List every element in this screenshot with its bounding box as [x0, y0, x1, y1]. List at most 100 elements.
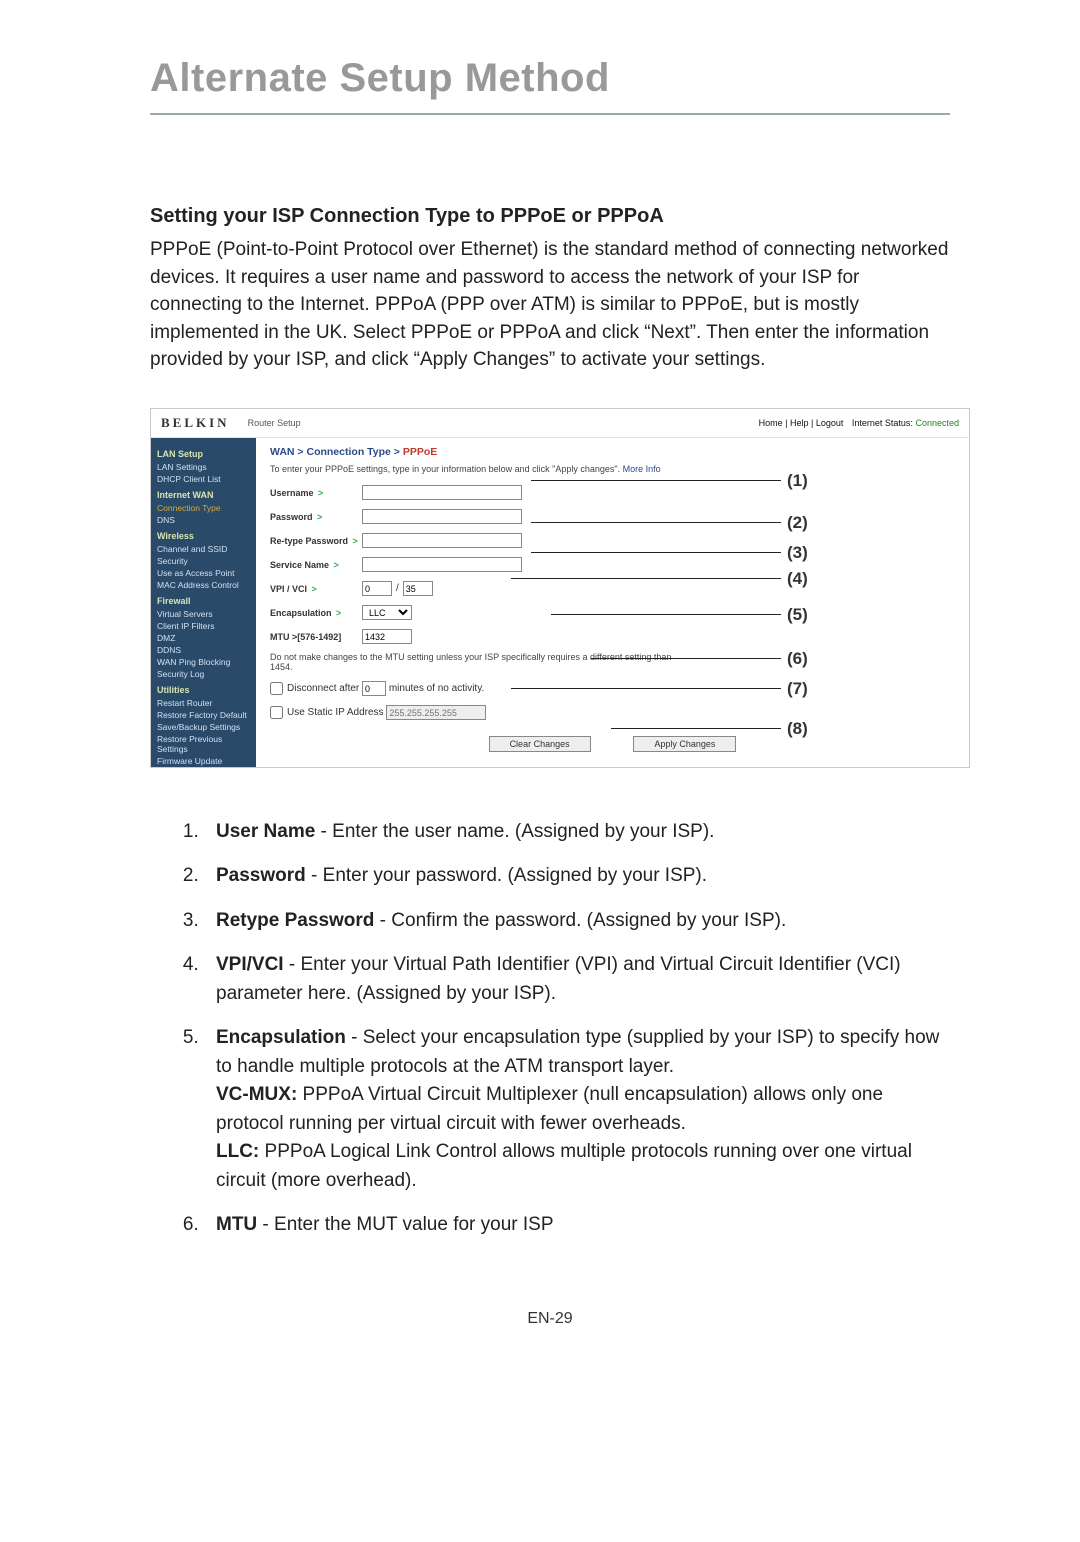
page-title: Alternate Setup Method	[150, 56, 950, 101]
sidebar-item[interactable]: MAC Address Control	[157, 579, 250, 591]
callout-5: (5)	[787, 605, 808, 625]
definition-item: MTU - Enter the MUT value for your ISP	[204, 1211, 950, 1240]
screenshot-header: BELKIN Router Setup Home | Help | Logout…	[151, 409, 969, 438]
sidebar-item[interactable]: Restore Factory Default	[157, 709, 250, 721]
label-username: Username >	[270, 488, 362, 498]
link-help[interactable]: Help	[790, 418, 809, 428]
definition-item: User Name - Enter the user name. (Assign…	[204, 818, 950, 847]
callout-8: (8)	[787, 719, 808, 739]
label-encapsulation: Encapsulation >	[270, 608, 362, 618]
definition-item: VPI/VCI - Enter your Virtual Path Identi…	[204, 951, 950, 1008]
definition-text: - Enter your Virtual Path Identifier (VP…	[216, 954, 901, 1004]
breadcrumb-sep: >	[297, 446, 303, 458]
breadcrumb-pppoe: PPPoE	[403, 446, 437, 458]
sidebar-item[interactable]: Restore Previous Settings	[157, 733, 250, 755]
mtu-input[interactable]	[362, 629, 412, 644]
sidebar-item[interactable]: WAN Ping Blocking	[157, 656, 250, 668]
disconnect-minutes-input[interactable]	[362, 681, 386, 696]
callout-4: (4)	[787, 569, 808, 589]
definitions-list: User Name - Enter the user name. (Assign…	[150, 818, 950, 1240]
breadcrumb-sep: >	[394, 446, 400, 458]
static-ip-checkbox[interactable]	[270, 706, 283, 719]
label-password: Password >	[270, 512, 362, 522]
page-number: EN-29	[150, 1310, 950, 1328]
sidebar-item[interactable]: DDNS	[157, 644, 250, 656]
definition-text: - Confirm the password. (Assigned by you…	[374, 910, 786, 931]
sidebar-item[interactable]: Virtual Servers	[157, 608, 250, 620]
disconnect-checkbox[interactable]	[270, 682, 283, 695]
callout-2: (2)	[787, 513, 808, 533]
definition-sub-bold: VC-MUX:	[216, 1084, 297, 1105]
definition-subline: LLC: PPPoA Logical Link Control allows m…	[216, 1138, 950, 1195]
sidebar-item[interactable]: Restart Router	[157, 697, 250, 709]
status-label: Internet Status:	[852, 418, 913, 428]
definition-item: Encapsulation - Select your encapsulatio…	[204, 1024, 950, 1195]
link-logout[interactable]: Logout	[816, 418, 844, 428]
sidebar-heading: Internet WAN	[157, 490, 250, 500]
section-heading: Setting your ISP Connection Type to PPPo…	[150, 205, 950, 228]
sidebar-item[interactable]: DNS	[157, 514, 250, 526]
definition-text: - Enter the user name. (Assigned by your…	[315, 821, 714, 842]
definition-item: Password - Enter your password. (Assigne…	[204, 862, 950, 891]
password-input[interactable]	[362, 509, 522, 524]
callout-6: (6)	[787, 649, 808, 669]
sidebar-item[interactable]: Connection Type	[157, 502, 250, 514]
status-value: Connected	[915, 418, 959, 428]
vci-input[interactable]	[403, 581, 433, 596]
definition-term: User Name	[216, 821, 315, 842]
vpi-input[interactable]	[362, 581, 392, 596]
callout-7: (7)	[787, 679, 808, 699]
sidebar-item[interactable]: Client IP Filters	[157, 620, 250, 632]
sidebar-item[interactable]: Save/Backup Settings	[157, 721, 250, 733]
static-ip-input	[386, 705, 486, 720]
definition-term: MTU	[216, 1214, 257, 1235]
disconnect-label: Disconnect after	[287, 683, 359, 694]
sidebar-item[interactable]: Firmware Update	[157, 755, 250, 767]
sidebar-item[interactable]: System Settings	[157, 767, 250, 768]
sidebar-item[interactable]: DHCP Client List	[157, 473, 250, 485]
sidebar-item[interactable]: Channel and SSID	[157, 543, 250, 555]
sidebar-heading: Utilities	[157, 685, 250, 695]
breadcrumb-conntype[interactable]: Connection Type	[306, 446, 390, 458]
definition-term: VPI/VCI	[216, 954, 284, 975]
service-name-input[interactable]	[362, 557, 522, 572]
retype-password-input[interactable]	[362, 533, 522, 548]
breadcrumb-wan[interactable]: WAN	[270, 446, 295, 458]
section-text: PPPoE (Point-to-Point Protocol over Ethe…	[150, 236, 950, 374]
vpi-vci-slash: /	[396, 583, 399, 594]
callout-1: (1)	[787, 471, 808, 491]
static-ip-label: Use Static IP Address	[287, 707, 384, 718]
label-vpi-vci: VPI / VCI >	[270, 584, 362, 594]
definition-term: Retype Password	[216, 910, 374, 931]
sidebar-item[interactable]: LAN Settings	[157, 461, 250, 473]
callout-3: (3)	[787, 543, 808, 563]
sidebar-item[interactable]: DMZ	[157, 632, 250, 644]
divider	[150, 113, 950, 115]
sidebar-heading: Firewall	[157, 596, 250, 606]
encapsulation-select[interactable]: LLC	[362, 605, 412, 620]
sidebar-item[interactable]: Security Log	[157, 668, 250, 680]
label-service-name: Service Name >	[270, 560, 362, 570]
brand-logo: BELKIN	[161, 415, 230, 431]
clear-changes-button[interactable]: Clear Changes	[489, 736, 591, 752]
router-screenshot: BELKIN Router Setup Home | Help | Logout…	[150, 408, 970, 768]
sidebar: LAN Setup LAN SettingsDHCP Client List Int…	[151, 438, 256, 768]
definition-text: - Enter your password. (Assigned by your…	[306, 865, 707, 886]
definition-term: Encapsulation	[216, 1027, 346, 1048]
definition-item: Retype Password - Confirm the password. …	[204, 907, 950, 936]
sidebar-heading: Wireless	[157, 531, 250, 541]
disconnect-suffix: minutes of no activity.	[389, 683, 484, 694]
breadcrumb: WAN > Connection Type > PPPoE	[270, 446, 955, 458]
definition-sub-bold: LLC:	[216, 1141, 259, 1162]
top-links: Home | Help | Logout Internet Status: Co…	[759, 418, 959, 428]
definition-subline: VC-MUX: PPPoA Virtual Circuit Multiplexe…	[216, 1081, 950, 1138]
definition-sub-text: PPPoA Logical Link Control allows multip…	[216, 1141, 912, 1191]
sidebar-heading: LAN Setup	[157, 449, 250, 459]
username-input[interactable]	[362, 485, 522, 500]
link-home[interactable]: Home	[759, 418, 783, 428]
sidebar-item[interactable]: Use as Access Point	[157, 567, 250, 579]
label-mtu: MTU >[576-1492]	[270, 632, 362, 642]
definition-text: - Enter the MUT value for your ISP	[257, 1214, 553, 1235]
definition-sub-text: PPPoA Virtual Circuit Multiplexer (null …	[216, 1084, 883, 1134]
sidebar-item[interactable]: Security	[157, 555, 250, 567]
